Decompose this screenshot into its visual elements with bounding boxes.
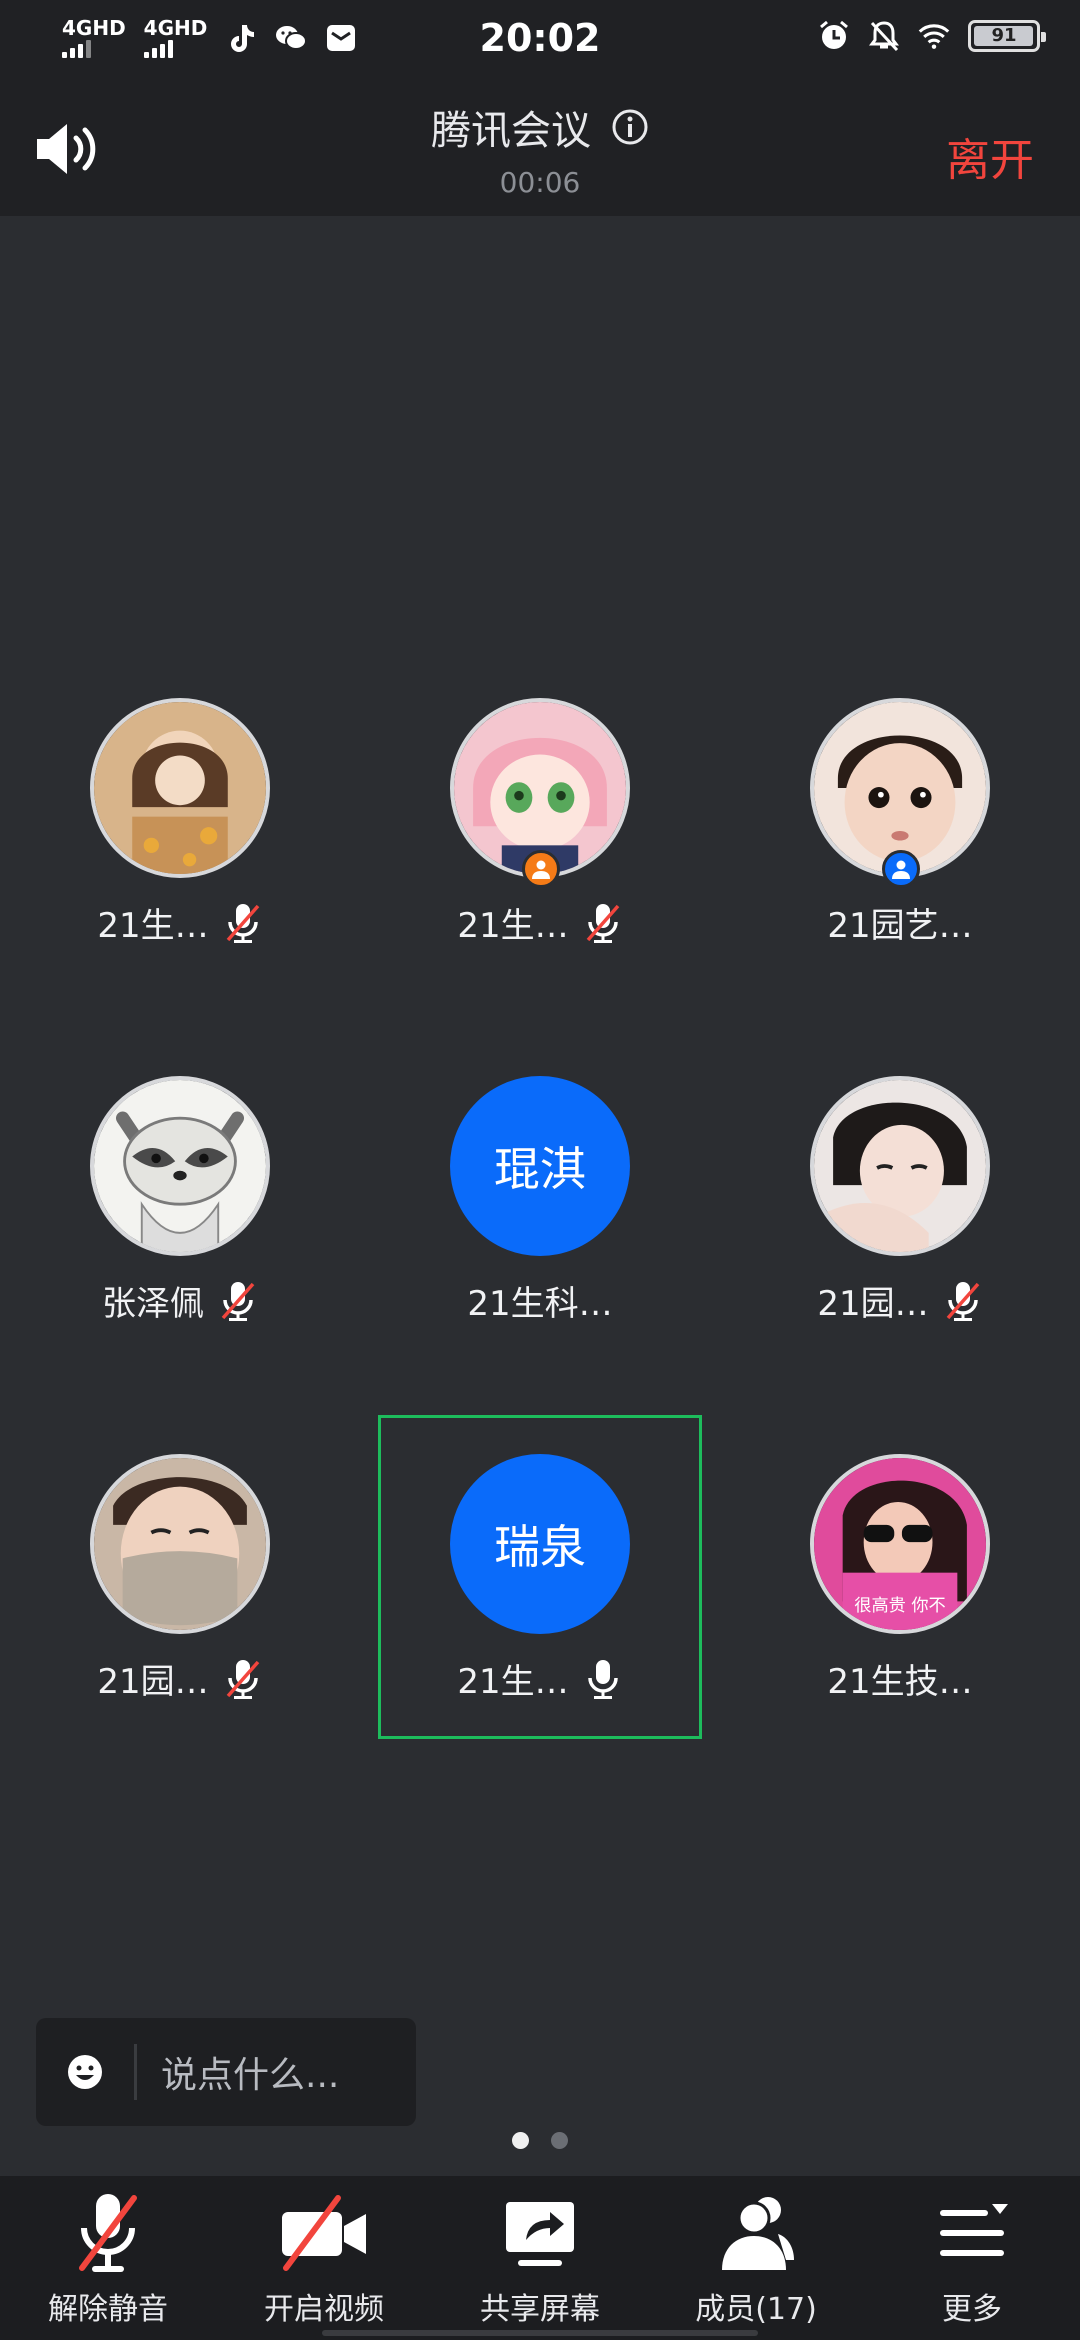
participant-tile[interactable]: 张泽佩 bbox=[20, 1068, 340, 1388]
participant-name: 21园… bbox=[817, 1284, 929, 1324]
chat-placeholder[interactable]: 说点什么... bbox=[161, 2046, 339, 2098]
status-bar: 4GHD 4GHD 20:02 91 bbox=[0, 0, 1080, 80]
members-button[interactable]: 成员(17) bbox=[648, 2188, 864, 2328]
meeting-title-area: 腾讯会议 00:06 bbox=[0, 98, 1080, 199]
wifi-icon bbox=[918, 20, 950, 52]
participant-name: 21园… bbox=[97, 1662, 209, 1702]
share-screen-icon bbox=[506, 2202, 574, 2266]
battery-indicator: 91 bbox=[968, 20, 1046, 52]
chat-divider bbox=[134, 2044, 137, 2100]
mic-muted-icon bbox=[946, 1281, 979, 1321]
mic-muted-icon bbox=[221, 1281, 255, 1321]
mic-muted-icon bbox=[226, 1659, 259, 1699]
mic-muted-icon bbox=[79, 2194, 137, 2272]
participant-name: 21生技… bbox=[827, 1662, 973, 1702]
more-menu-icon bbox=[940, 2204, 1008, 2256]
participant-name: 张泽佩 bbox=[102, 1284, 204, 1324]
unmute-button[interactable]: 解除静音 bbox=[0, 2188, 216, 2328]
members-icon bbox=[722, 2197, 794, 2270]
avatar: 很高贵 你不 bbox=[810, 1454, 990, 1634]
bottom-toolbar: 解除静音 开启视频 共享屏幕 成员(17) 更多 bbox=[0, 2176, 1080, 2340]
share-screen-button[interactable]: 共享屏幕 bbox=[432, 2188, 648, 2328]
meeting-title[interactable]: 腾讯会议 bbox=[431, 98, 591, 156]
host-badge-icon bbox=[522, 850, 560, 888]
page-dot-active[interactable] bbox=[512, 2132, 529, 2149]
avatar bbox=[90, 698, 270, 878]
meeting-header: 腾讯会议 00:06 离开 bbox=[0, 80, 1080, 216]
more-button[interactable]: 更多 bbox=[864, 2188, 1080, 2328]
participant-tile[interactable]: 琨淇 21生科… bbox=[380, 1068, 700, 1388]
avatar-initials: 琨淇 bbox=[450, 1076, 630, 1256]
participant-name: 21生… bbox=[97, 906, 209, 946]
status-right: 91 bbox=[818, 20, 1046, 52]
participant-name: 21生… bbox=[457, 906, 569, 946]
home-indicator[interactable] bbox=[322, 2330, 758, 2336]
silent-bell-icon bbox=[868, 20, 900, 52]
members-label: 成员(17) bbox=[695, 2292, 817, 2327]
avatar bbox=[90, 1454, 270, 1634]
mic-muted-icon bbox=[586, 903, 619, 943]
avatar bbox=[810, 1076, 990, 1256]
participant-tile[interactable]: 21生… bbox=[380, 690, 700, 1010]
page-indicator bbox=[0, 2132, 1080, 2149]
alarm-icon bbox=[818, 20, 850, 52]
info-icon[interactable] bbox=[611, 108, 649, 146]
participant-tile[interactable]: 21园… bbox=[740, 1068, 1060, 1388]
participant-tile[interactable]: 很高贵 你不 21生技… bbox=[740, 1446, 1060, 1766]
video-off-icon bbox=[282, 2195, 366, 2271]
start-video-label: 开启视频 bbox=[264, 2292, 384, 2327]
active-speaker-highlight bbox=[378, 1415, 702, 1739]
more-label: 更多 bbox=[942, 2292, 1002, 2327]
participant-name: 21生科… bbox=[467, 1284, 613, 1324]
unmute-label: 解除静音 bbox=[48, 2292, 168, 2327]
share-screen-label: 共享屏幕 bbox=[480, 2292, 600, 2327]
page-dot[interactable] bbox=[551, 2132, 568, 2149]
meeting-timer: 00:06 bbox=[499, 166, 581, 199]
participant-name: 21园艺… bbox=[827, 906, 973, 946]
cohost-badge-icon bbox=[882, 850, 920, 888]
participant-tile[interactable]: 21生… bbox=[20, 690, 340, 1010]
avatar bbox=[90, 1076, 270, 1256]
participant-tile[interactable]: 21园艺… bbox=[740, 690, 1060, 1010]
svg-text:很高贵 你不: 很高贵 你不 bbox=[854, 1596, 945, 1616]
leave-button[interactable]: 离开 bbox=[946, 124, 1034, 188]
emoji-icon[interactable] bbox=[66, 2053, 104, 2091]
start-video-button[interactable]: 开启视频 bbox=[216, 2188, 432, 2328]
participant-tile[interactable]: 21园… bbox=[20, 1446, 340, 1766]
mic-muted-icon bbox=[226, 903, 259, 943]
chat-input[interactable]: 说点什么... bbox=[36, 2018, 416, 2126]
